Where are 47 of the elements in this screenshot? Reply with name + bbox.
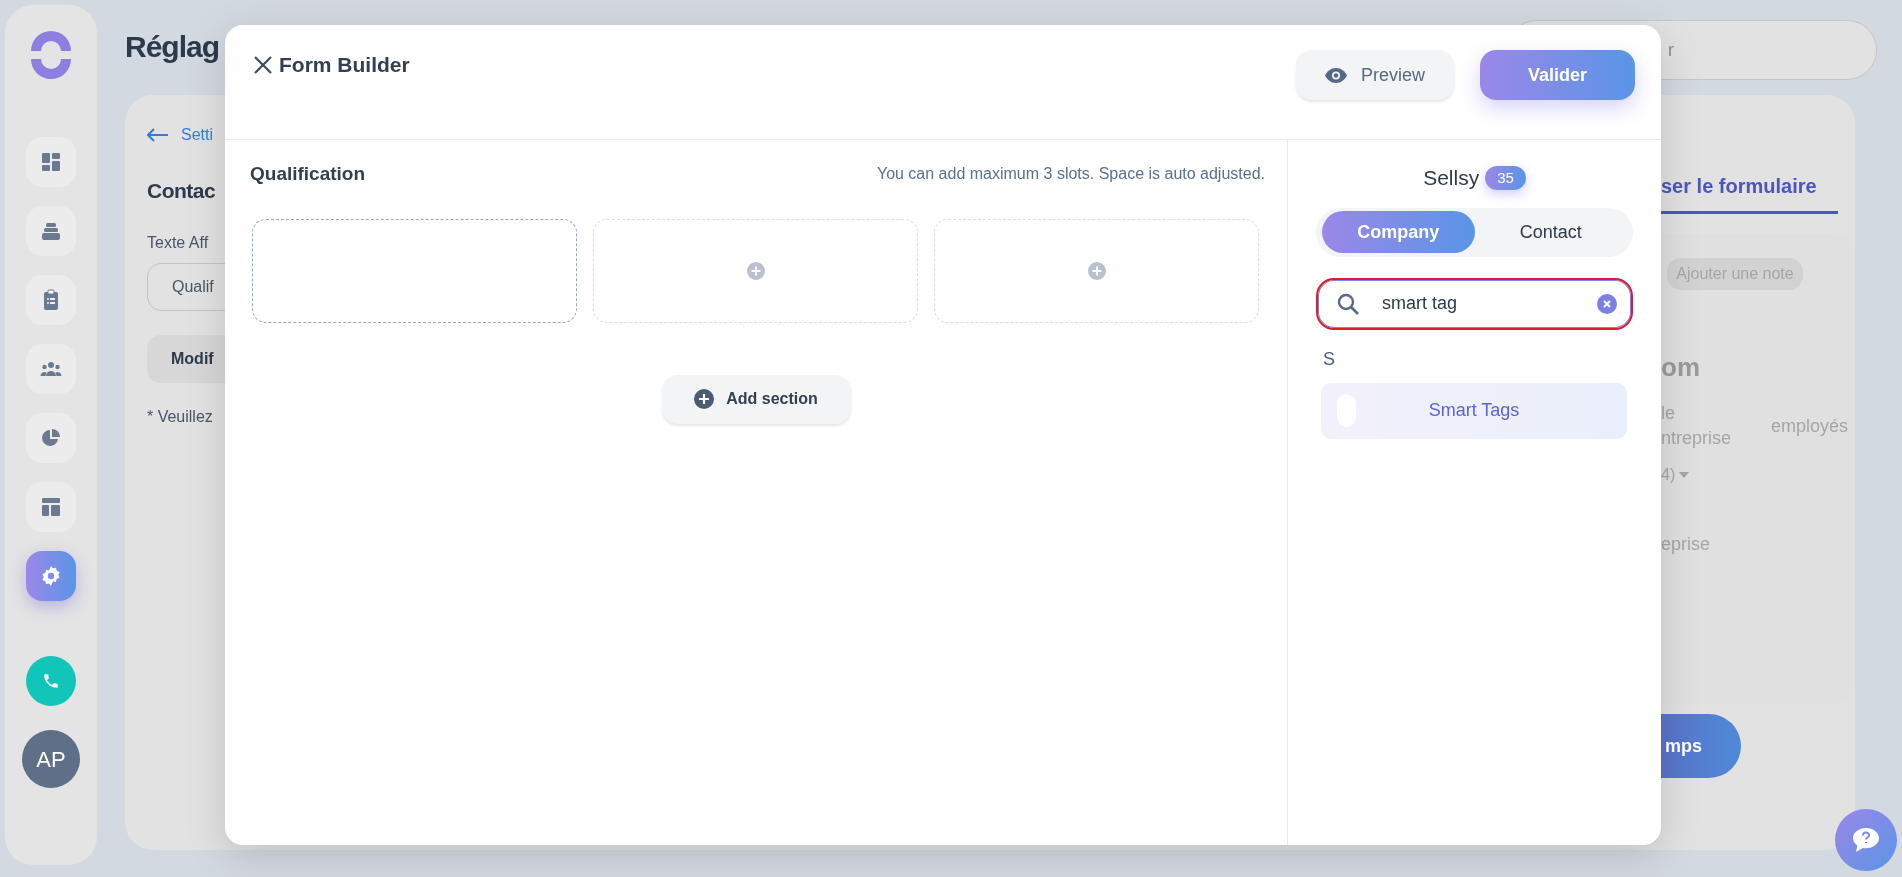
dashboard-icon: [39, 150, 63, 174]
plus-icon: [694, 389, 715, 409]
validate-button[interactable]: Valider: [1480, 50, 1635, 100]
search-input[interactable]: smart tag: [1382, 290, 1575, 317]
plus-icon: [746, 261, 765, 280]
preview-button[interactable]: Preview: [1296, 50, 1454, 100]
clear-icon[interactable]: [1597, 293, 1617, 314]
nav-button[interactable]: [26, 275, 76, 325]
add-section-button[interactable]: Add section: [661, 374, 851, 424]
column-label: employés: [1771, 414, 1849, 438]
field-heading: om: [1661, 351, 1701, 384]
page-title: Réglag: [125, 28, 220, 65]
group-letter: S: [1323, 347, 1336, 371]
note-text: * Veuillez: [147, 406, 214, 427]
modal-title: Form Builder: [279, 52, 410, 78]
eye-icon: [1325, 67, 1347, 83]
section-heading: Contac: [147, 178, 217, 204]
close-icon[interactable]: [253, 54, 273, 75]
result-label: Smart Tags: [1427, 399, 1521, 422]
column-label: le: [1661, 402, 1676, 425]
field-text: eprise: [1661, 533, 1712, 556]
layout-icon: [39, 495, 63, 519]
field-label: Texte Aff: [147, 232, 210, 253]
help-chat-icon: [1852, 827, 1880, 853]
nav-button[interactable]: [26, 551, 76, 601]
back-arrow-icon: [147, 128, 169, 142]
nav-button[interactable]: [26, 482, 76, 532]
search-icon: [1336, 291, 1360, 316]
nav-button[interactable]: [26, 206, 76, 256]
source-title: Sellsy: [1423, 165, 1480, 191]
section-hint: You can add maximum 3 slots. Space is auto adjusted.: [876, 164, 1265, 185]
nav-button[interactable]: [26, 344, 76, 394]
nav-button[interactable]: [26, 413, 76, 463]
tab[interactable]: Contact: [1474, 211, 1627, 253]
section-title: Qualification: [250, 162, 366, 186]
back-link[interactable]: Setti: [181, 123, 213, 147]
avatar[interactable]: AP: [22, 730, 80, 788]
plus-icon: [1087, 261, 1106, 280]
caret-icon: [1679, 472, 1690, 478]
column-label: ntreprise: [1661, 427, 1732, 450]
save-button[interactable]: mps: [1661, 714, 1741, 778]
result-item[interactable]: Smart Tags: [1321, 382, 1627, 439]
tab[interactable]: Company: [1322, 211, 1475, 253]
phone-icon: [42, 672, 60, 690]
nav-button[interactable]: [26, 137, 76, 187]
count-badge: 35: [1485, 165, 1526, 190]
search-field[interactable]: smart tag: [1316, 277, 1633, 330]
